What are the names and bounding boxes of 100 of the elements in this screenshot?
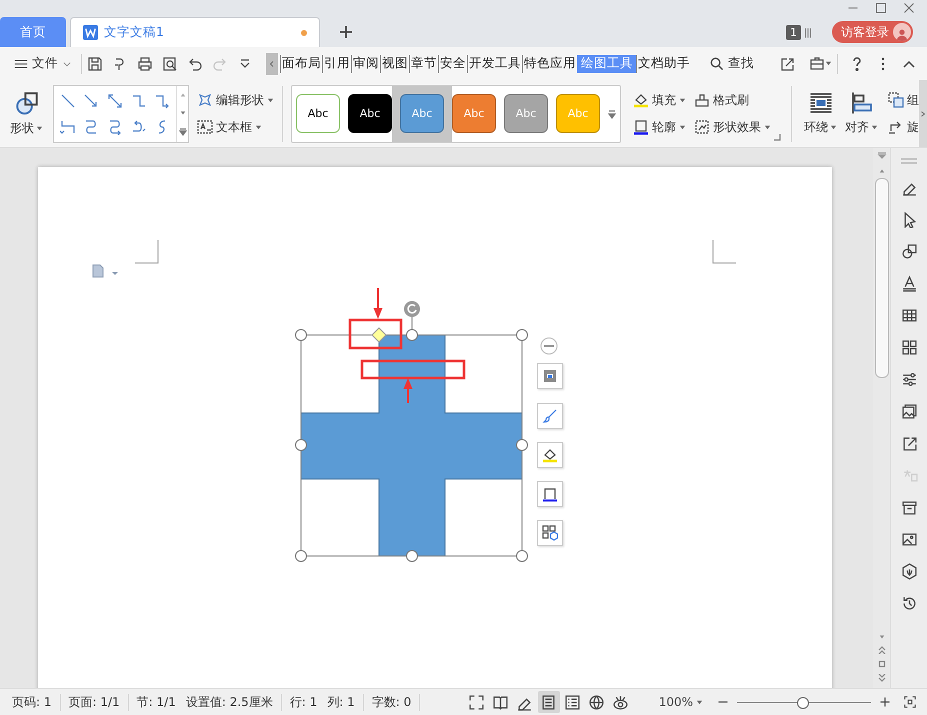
- connector-icon[interactable]: [154, 92, 170, 108]
- print-preview-icon[interactable]: [162, 56, 178, 72]
- save-icon[interactable]: [87, 56, 103, 72]
- ribbon-tab[interactable]: 审阅: [351, 54, 380, 72]
- connector-gallery[interactable]: [53, 84, 189, 142]
- document-logo-icon: [83, 25, 98, 40]
- archive-icon[interactable]: [900, 499, 918, 516]
- scroll-left-button[interactable]: [266, 52, 278, 74]
- zoom-slider-thumb[interactable]: [796, 696, 809, 708]
- maximize-icon[interactable]: [875, 2, 887, 14]
- rotate-button[interactable]: 旋: [888, 118, 919, 136]
- resize-handle[interactable]: [295, 439, 307, 451]
- group-button[interactable]: 组: [888, 92, 919, 108]
- shape-effects-icon: [694, 119, 710, 135]
- fill-button[interactable]: 填充: [633, 92, 686, 108]
- shape-effects-button[interactable]: 形状效果: [694, 118, 771, 136]
- ribbon-tab[interactable]: 开发工具: [467, 54, 522, 72]
- ribbon-tab[interactable]: 文档助手: [636, 54, 691, 72]
- grid-icon[interactable]: [900, 339, 918, 356]
- zoom-in-icon[interactable]: [879, 696, 891, 708]
- fill-button[interactable]: [537, 442, 563, 468]
- connector-icon[interactable]: [60, 92, 76, 108]
- user-icon: [895, 27, 909, 41]
- images-icon[interactable]: [900, 403, 918, 420]
- connector-icon[interactable]: [106, 92, 123, 108]
- tab-count-badge[interactable]: 1: [786, 25, 801, 40]
- scroll-up-icon: [878, 168, 886, 174]
- rotate-handle[interactable]: [404, 301, 420, 330]
- caret-icon: [764, 124, 771, 130]
- shape-style-swatch[interactable]: Abc: [348, 94, 392, 133]
- align-button[interactable]: 对齐: [841, 91, 882, 136]
- ribbon-tab[interactable]: 安全: [438, 54, 467, 72]
- resize-handle[interactable]: [406, 550, 418, 562]
- document-icon[interactable]: [92, 264, 118, 278]
- login-button[interactable]: 访客登录: [832, 21, 913, 43]
- resize-handle[interactable]: [295, 329, 307, 341]
- text-box-icon: [197, 119, 213, 135]
- wrap-text-icon: [542, 368, 558, 384]
- format-painter-button[interactable]: 格式刷: [694, 92, 771, 108]
- picture-icon[interactable]: [900, 531, 918, 548]
- print-icon[interactable]: [137, 56, 153, 72]
- connector-icon[interactable]: [83, 92, 100, 108]
- status-text: 设置值: 2.5厘米: [186, 694, 273, 710]
- resize-handle[interactable]: [295, 550, 307, 562]
- sliders-icon[interactable]: [900, 371, 918, 388]
- connector-icon[interactable]: [130, 92, 147, 108]
- share-icon[interactable]: [900, 435, 918, 452]
- resize-handle[interactable]: [406, 329, 418, 341]
- outline-button[interactable]: 轮廓: [633, 118, 686, 136]
- page-view-icon[interactable]: [540, 694, 558, 710]
- fullscreen-icon[interactable]: [468, 694, 486, 710]
- brush-button[interactable]: [537, 403, 563, 429]
- shape-style-swatch[interactable]: Abc: [296, 94, 340, 133]
- outline-button[interactable]: [537, 481, 563, 507]
- adjust-handle[interactable]: [371, 327, 387, 343]
- undo-icon[interactable]: [187, 56, 203, 72]
- text-box-button[interactable]: 文本框: [197, 118, 274, 136]
- shapes-button[interactable]: 形状: [6, 90, 47, 137]
- collapse-toolbar-icon[interactable]: [540, 338, 558, 354]
- file-menu[interactable]: 文件: [10, 52, 76, 76]
- book-icon[interactable]: [492, 694, 510, 710]
- more-shapes-button[interactable]: [537, 520, 563, 546]
- shapes-icon[interactable]: [900, 243, 918, 260]
- zoom-dropdown[interactable]: 100%: [652, 694, 709, 710]
- annotation-arrow: [374, 288, 382, 319]
- text-style-icon[interactable]: [900, 275, 918, 292]
- globe-icon[interactable]: [588, 694, 606, 710]
- connector-icon[interactable]: [130, 118, 147, 134]
- caret-icon: [36, 125, 43, 132]
- annotation-box: [348, 318, 402, 350]
- edit-shape-button[interactable]: 编辑形状: [197, 92, 274, 108]
- selected-cross-shape[interactable]: [300, 334, 522, 556]
- chevron-left-icon: [268, 60, 276, 68]
- outline-view-icon[interactable]: [564, 694, 582, 710]
- history-icon[interactable]: [900, 595, 918, 612]
- wrap-text-icon: [808, 91, 832, 115]
- ribbon-tab[interactable]: 引用: [322, 54, 351, 72]
- share-icon[interactable]: [779, 56, 795, 72]
- ribbon-tab[interactable]: 面布局: [280, 54, 322, 72]
- eye-icon[interactable]: [612, 694, 630, 710]
- edit-shape-icon: [197, 92, 213, 108]
- toolbox-icon[interactable]: [809, 56, 825, 72]
- wrap-button[interactable]: [537, 363, 563, 389]
- ribbon-tab[interactable]: 章节: [409, 54, 438, 72]
- document-tab[interactable]: 文字文稿1: [70, 17, 320, 47]
- resize-handle[interactable]: [516, 439, 528, 451]
- search-button[interactable]: 查找: [705, 52, 758, 76]
- resize-handle[interactable]: [516, 329, 528, 341]
- wrap-button[interactable]: 环绕: [800, 91, 841, 136]
- scroll-down-icon: [180, 110, 186, 116]
- dialog-launcher-icon[interactable]: [773, 133, 781, 141]
- hexagon-icon[interactable]: [900, 563, 918, 580]
- table-icon[interactable]: [900, 307, 918, 324]
- resize-handle[interactable]: [516, 550, 528, 562]
- corner-mark: [712, 240, 736, 264]
- close-icon[interactable]: [903, 2, 915, 14]
- fit-window-icon[interactable]: [903, 695, 917, 709]
- new-tab-icon[interactable]: [338, 24, 354, 40]
- connector-icon[interactable]: [60, 118, 76, 134]
- ribbon-tab[interactable]: 视图: [380, 54, 409, 72]
